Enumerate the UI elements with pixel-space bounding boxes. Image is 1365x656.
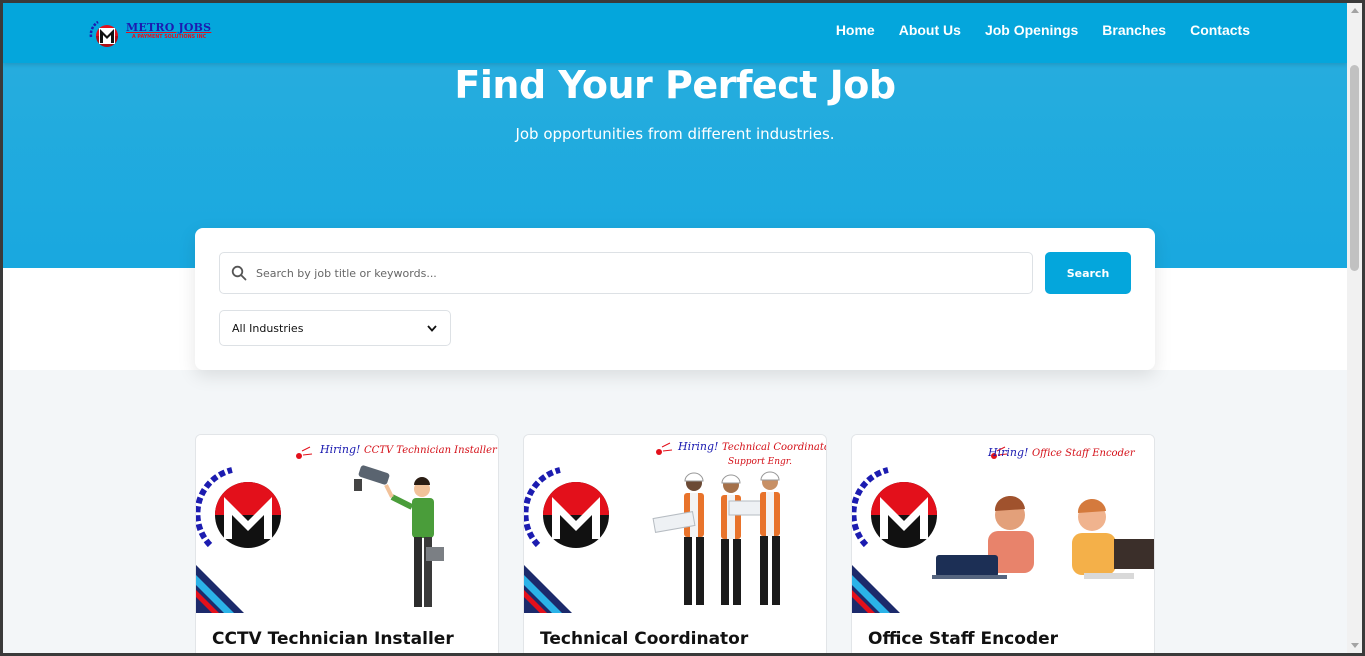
search-icon xyxy=(231,265,247,281)
job-card-office-staff-encoder[interactable]: Hiring! Office Staff Encoder Office Staf… xyxy=(851,434,1155,653)
brand-logo[interactable]: METRO JOBS A PAYMENT SOLUTIONS INC xyxy=(88,15,238,51)
job-banner-image xyxy=(852,435,1154,613)
scroll-up-icon[interactable] xyxy=(1351,8,1359,13)
hero-title: Find Your Perfect Job xyxy=(454,63,896,107)
nav-branches[interactable]: Branches xyxy=(1102,22,1166,38)
search-field xyxy=(219,252,1033,294)
banner-hiring-text: Hiring! CCTV Technician Installer xyxy=(320,443,497,456)
banner-role-secondary: Support Engr. xyxy=(728,457,792,467)
main-nav: Home About Us Job Openings Branches Cont… xyxy=(836,22,1250,38)
job-card-cctv-technician[interactable]: Hiring! CCTV Technician Installer CCTV T… xyxy=(195,434,499,653)
nav-job-openings[interactable]: Job Openings xyxy=(985,22,1078,38)
industry-select[interactable]: All Industries xyxy=(219,310,451,346)
search-button[interactable]: Search xyxy=(1045,252,1131,294)
job-title[interactable]: Technical Coordinator xyxy=(540,629,748,649)
hero-subtitle: Job opportunities from different industr… xyxy=(515,125,835,143)
job-banner-image xyxy=(196,435,498,613)
search-card: Search All Industries xyxy=(195,228,1155,370)
metro-jobs-logo-icon xyxy=(89,20,118,47)
job-title[interactable]: CCTV Technician Installer xyxy=(212,629,454,649)
job-card-technical-coordinator[interactable]: Hiring! Technical Coordinator Support En… xyxy=(523,434,827,653)
scroll-down-icon[interactable] xyxy=(1351,643,1359,648)
scrollbar-thumb[interactable] xyxy=(1350,65,1359,271)
nav-contacts[interactable]: Contacts xyxy=(1190,22,1250,38)
banner-hiring-text: Hiring! Office Staff Encoder xyxy=(988,446,1135,459)
banner-hiring-text: Hiring! Technical Coordinator xyxy=(678,440,827,453)
nav-about-us[interactable]: About Us xyxy=(899,22,961,38)
search-input[interactable] xyxy=(256,254,1016,292)
nav-home[interactable]: Home xyxy=(836,22,875,38)
brand-name: METRO JOBS xyxy=(126,21,212,34)
industry-select-value: All Industries xyxy=(232,321,304,335)
page-viewport: Find Your Perfect Job Job opportunities … xyxy=(3,3,1347,653)
chevron-down-icon xyxy=(427,325,437,332)
job-title[interactable]: Office Staff Encoder xyxy=(868,629,1058,649)
browser-window: Find Your Perfect Job Job opportunities … xyxy=(0,0,1365,656)
navbar: METRO JOBS A PAYMENT SOLUTIONS INC Home … xyxy=(3,3,1347,63)
brand-tagline: A PAYMENT SOLUTIONS INC xyxy=(132,35,207,40)
page-scrollbar[interactable] xyxy=(1347,3,1362,653)
